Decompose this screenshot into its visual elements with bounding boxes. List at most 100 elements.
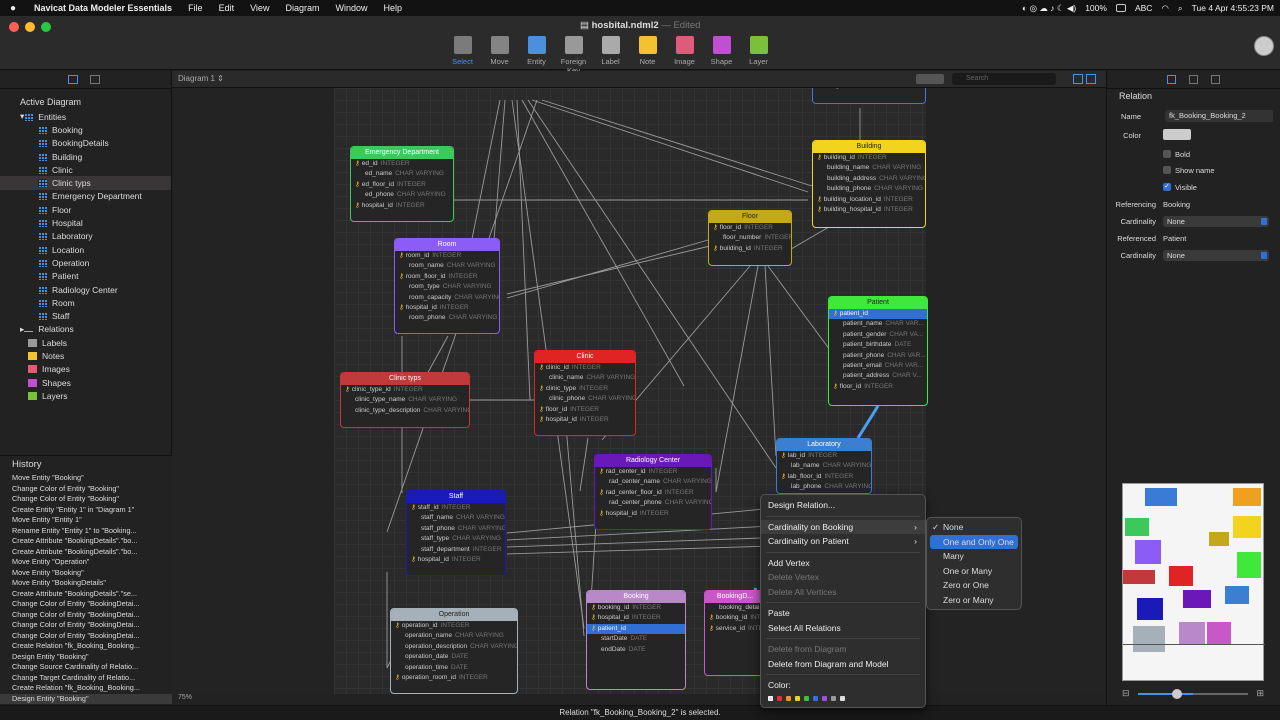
- entity-field[interactable]: operation_date DATE: [391, 652, 517, 662]
- view-left-icon[interactable]: [1073, 74, 1083, 84]
- tree-entity-booking[interactable]: Booking: [0, 123, 171, 136]
- entity-field[interactable]: ⚷service_idINTEGER: [705, 624, 765, 634]
- entity-field[interactable]: room_name CHAR VARYING: [395, 261, 499, 271]
- tree-entity-patient[interactable]: Patient: [0, 270, 171, 283]
- entity-field[interactable]: ⚷ hospital_id INTEGER: [535, 415, 635, 425]
- color-swatch[interactable]: [795, 695, 800, 701]
- show-name-checkbox[interactable]: [1163, 166, 1171, 174]
- entity-bookingd-[interactable]: BookingD... booking_detai... ⚷ booking_id IN…: [704, 590, 766, 676]
- menu-item-select-all-relations[interactable]: Select All Relations: [761, 621, 925, 636]
- entity-field[interactable]: operation_description CHAR VARYING: [391, 642, 517, 652]
- submenu-item-one-and-only-one[interactable]: One and Only One: [930, 534, 1018, 549]
- entity-header[interactable]: Building: [813, 141, 925, 153]
- entity-header[interactable]: Patient: [829, 297, 927, 309]
- entity-field[interactable]: ⚷ hospital_id INTEGER: [395, 303, 499, 313]
- entity-clinic-typs[interactable]: Clinic typs ⚷ clinic_type_id INTEGER clinic_…: [340, 372, 470, 428]
- close-icon[interactable]: [9, 22, 19, 32]
- zoom-in-icon[interactable]: ⊞: [1256, 688, 1264, 699]
- entity-field[interactable]: ⚷ rad_center_floor_id INTEGER: [595, 488, 711, 498]
- entity-field[interactable]: building_name CHAR VARYING: [813, 163, 925, 173]
- color-swatch[interactable]: [831, 695, 836, 701]
- entity-floor[interactable]: Floor ⚷ floor_id INTEGER floor_number INTEGER…: [708, 210, 792, 266]
- entity-field[interactable]: ⚷ building_hospital_id INTEGER: [813, 205, 925, 215]
- zoom-knob[interactable]: [1172, 689, 1182, 699]
- history-item[interactable]: Move Entity "Booking": [0, 568, 172, 579]
- submenu-item-zero-or-many[interactable]: Zero or Many: [930, 593, 1018, 608]
- submenu-item-many[interactable]: Many: [930, 549, 1018, 564]
- info-tab-icon[interactable]: [1189, 75, 1198, 84]
- menu-item-design-relation[interactable]: Design Relation...: [761, 498, 925, 513]
- color-swatch[interactable]: [822, 695, 827, 701]
- entity-field[interactable]: ⚷ floor_id INTEGER: [535, 405, 635, 415]
- menu-item-add-vertex[interactable]: Add Vertex: [761, 556, 925, 571]
- entity-field[interactable]: ⚷ ed_floor_id INTEGER: [351, 180, 453, 190]
- tool-label[interactable]: Label: [592, 36, 629, 75]
- history-item[interactable]: Create Attribute "BookingDetails"."bo...: [0, 536, 172, 547]
- entity-header[interactable]: Clinic: [535, 351, 635, 363]
- search-icon[interactable]: ⌕: [1178, 3, 1183, 14]
- history-item[interactable]: Change Color of Entity "BookingDetai...: [0, 599, 172, 610]
- input-source[interactable]: ABC: [1135, 3, 1152, 13]
- history-item[interactable]: Create Attribute "BookingDetails"."se...: [0, 589, 172, 600]
- clock[interactable]: Tue 4 Apr 4:55:23 PM: [1192, 3, 1274, 13]
- menu-item-delete-from-diagram-and-model[interactable]: Delete from Diagram and Model: [761, 657, 925, 672]
- app-menu[interactable]: Navicat Data Modeler Essentials: [26, 3, 180, 13]
- entity-field[interactable]: ⚷ clinic_type_id INTEGER: [341, 385, 469, 395]
- entity-header[interactable]: Booking: [587, 591, 685, 603]
- menu-help[interactable]: Help: [375, 3, 410, 13]
- entity-field[interactable]: startDate DATE: [587, 634, 685, 644]
- menu-window[interactable]: Window: [327, 3, 375, 13]
- menu-edit[interactable]: Edit: [211, 3, 243, 13]
- history-item[interactable]: Change Color of Entity "BookingDetai...: [0, 610, 172, 621]
- tool-select[interactable]: Select: [444, 36, 481, 75]
- entity-field[interactable]: endDate DATE: [587, 645, 685, 655]
- entity-header[interactable]: BookingD...: [705, 591, 765, 603]
- history-item[interactable]: Design Entity "Booking": [0, 693, 172, 704]
- tree-entity-building[interactable]: Building: [0, 150, 171, 163]
- entity-field[interactable]: staff_phone CHAR VARYING: [407, 524, 505, 534]
- search-input[interactable]: Search: [952, 73, 1056, 85]
- entity-field[interactable]: ⚷ clinic_id INTEGER: [535, 363, 635, 373]
- entity-field[interactable]: ⚷ patient_id: [829, 309, 927, 320]
- tree-images[interactable]: Images: [0, 363, 171, 376]
- status-icons[interactable]: ◐ ◎ ☁ ♪ ☾ ◀): [1022, 3, 1076, 14]
- entity-building[interactable]: Building ⚷ building_id INTEGER building_name…: [812, 140, 926, 228]
- tree-entity-hospital[interactable]: Hospital: [0, 216, 171, 229]
- history-item[interactable]: Design Entity "Booking": [0, 652, 172, 663]
- entity-field[interactable]: staff_department INTEGER: [407, 545, 505, 555]
- tree-labels[interactable]: Labels: [0, 336, 171, 349]
- zoom-out-icon[interactable]: ⊟: [1122, 688, 1130, 699]
- menu-file[interactable]: File: [180, 3, 211, 13]
- submenu-item-one-or-many[interactable]: One or Many: [930, 564, 1018, 579]
- entity-field[interactable]: ⚷ hospital_id INTEGER: [407, 555, 505, 565]
- entity-field[interactable]: ⚷ floor_id INTEGER: [829, 382, 927, 392]
- history-item[interactable]: Create Entity "Entity 1" in "Diagram 1": [0, 505, 172, 516]
- entity-header[interactable]: Floor: [709, 211, 791, 223]
- entity-header[interactable]: Radiology Center: [595, 455, 711, 467]
- entity-field[interactable]: ⚷ staff_id INTEGER: [407, 503, 505, 513]
- tree-entity-radiology-center[interactable]: Radiology Center: [0, 283, 171, 296]
- wifi-icon[interactable]: ◠: [1161, 3, 1168, 14]
- entity-emergency-department[interactable]: Emergency Department ⚷ ed_id INTEGER ed_name…: [350, 146, 454, 222]
- tree-entity-laboratory[interactable]: Laboratory: [0, 230, 171, 243]
- tool-foreign-key[interactable]: Foreign Key: [555, 36, 592, 75]
- entity-field[interactable]: staff_type CHAR VARYING: [407, 534, 505, 544]
- entity-field[interactable]: ⚷ patient_id: [587, 623, 685, 635]
- entity-field[interactable]: patient_gender CHAR VA...: [829, 330, 927, 340]
- zoom-level[interactable]: 75%: [178, 694, 192, 701]
- tree-shapes[interactable]: Shapes: [0, 376, 171, 389]
- entity-field[interactable]: room_type CHAR VARYING: [395, 282, 499, 292]
- bold-checkbox[interactable]: [1163, 150, 1171, 158]
- history-item[interactable]: Move Entity "Booking": [0, 473, 172, 484]
- entity-room[interactable]: Room ⚷ room_id INTEGER room_name CHAR VARYING…: [394, 238, 500, 334]
- entity-booking[interactable]: Booking ⚷ booking_id INTEGER ⚷ hospital_id INT…: [586, 590, 686, 690]
- entity-field[interactable]: ⚷ operation_room_id INTEGER: [391, 673, 517, 683]
- entity-field[interactable]: patient_phone CHAR VAR...: [829, 351, 927, 361]
- zoom-icon[interactable]: [41, 22, 51, 32]
- submenu-item-none[interactable]: ✓ None: [930, 520, 1018, 535]
- entity-field[interactable]: lab_name CHAR VARYING: [777, 461, 871, 471]
- tree-entity-clinic[interactable]: Clinic: [0, 163, 171, 176]
- history-item[interactable]: Change Color of Entity "Booking": [0, 494, 172, 505]
- entity-field[interactable]: patient_email CHAR VAR...: [829, 361, 927, 371]
- minimap[interactable]: [1122, 483, 1265, 681]
